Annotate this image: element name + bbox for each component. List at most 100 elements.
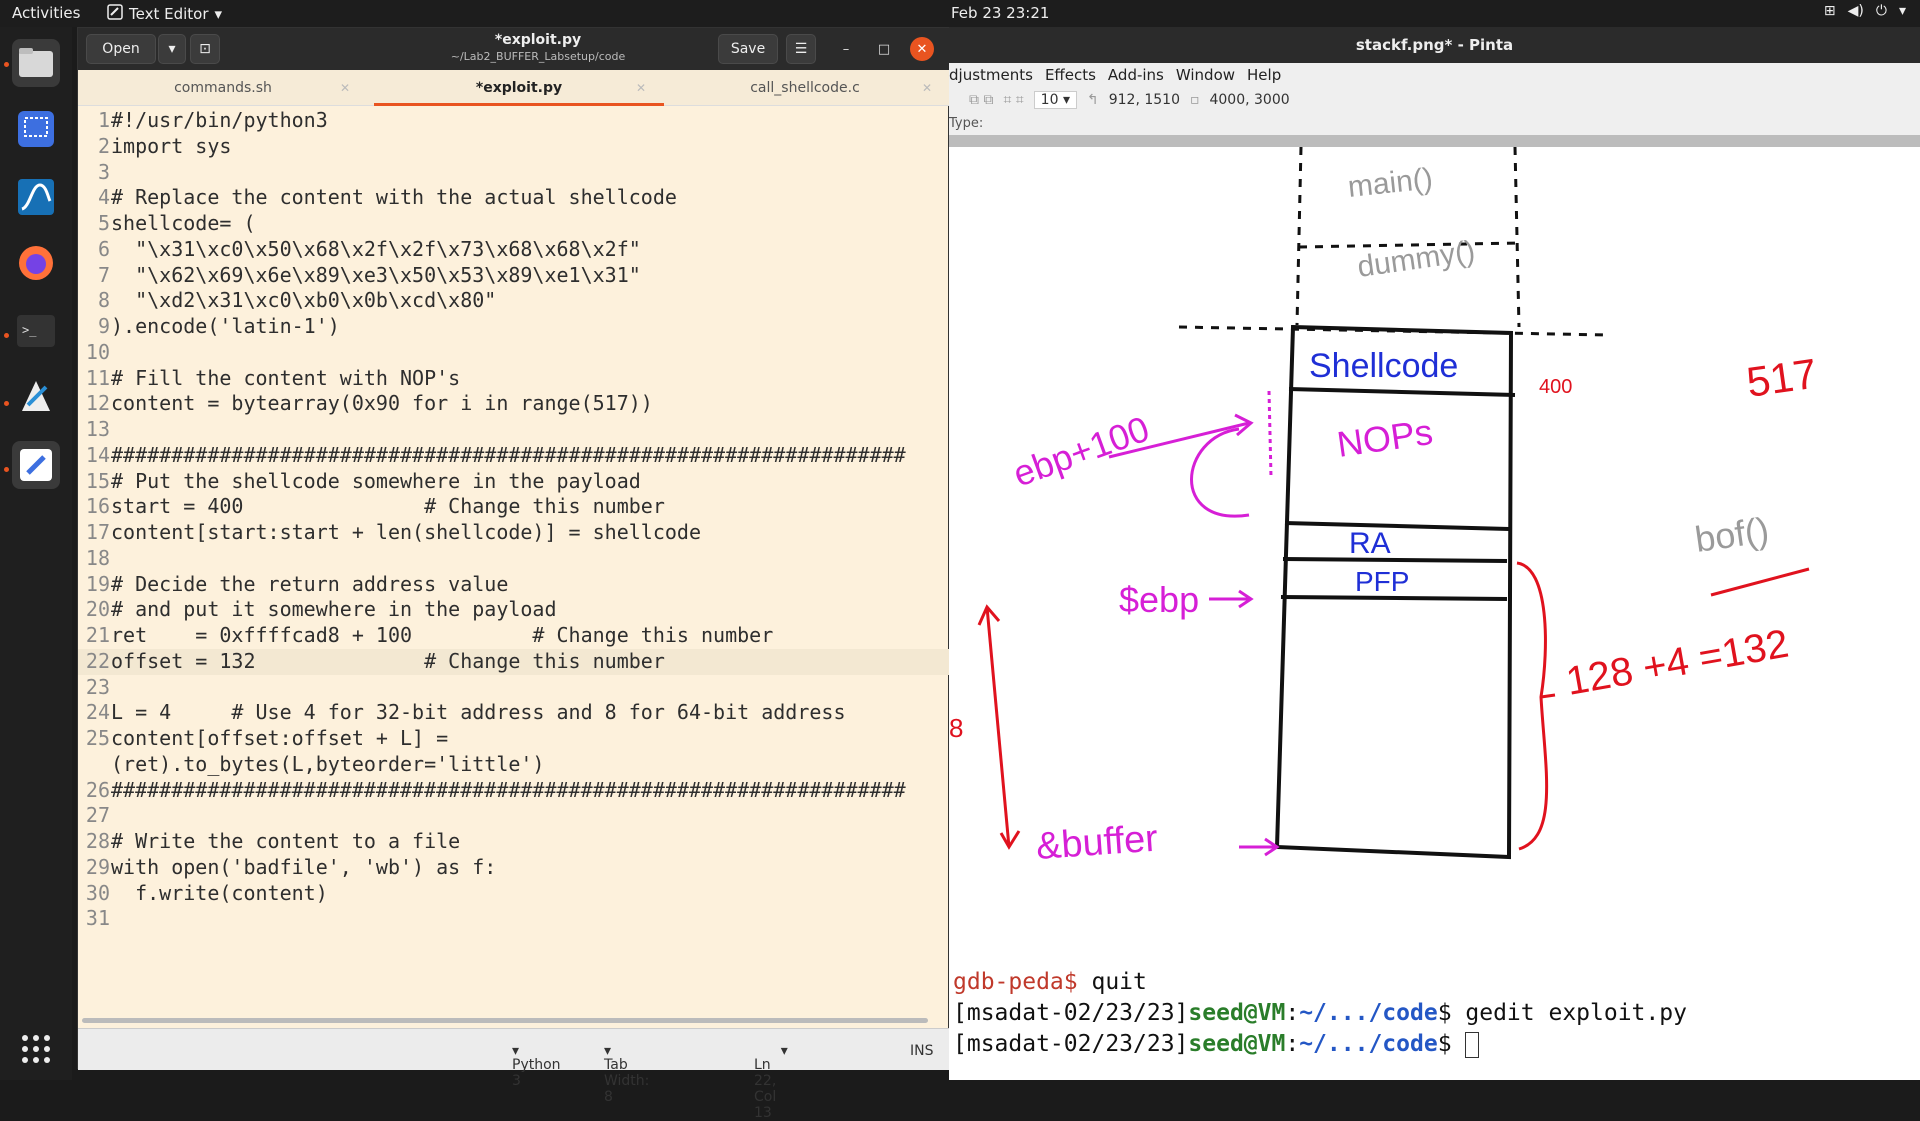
brush-size-value: 10 (1040, 92, 1059, 108)
code-line[interactable]: 29with open('badfile', 'wb') as f: (78, 855, 950, 881)
tab-width-selector[interactable]: Tab Width: 8 ▾ (604, 1043, 649, 1105)
code-line[interactable]: 31 (78, 906, 950, 932)
firefox-icon[interactable] (12, 239, 60, 287)
code-line[interactable]: 17content[start:start + len(shellcode)] … (78, 520, 950, 546)
terminal-window[interactable]: gdb-peda$ quit [msadat-02/23/23]seed@VM:… (949, 967, 1920, 1067)
code-line[interactable]: 11# Fill the content with NOP's (78, 366, 950, 392)
code-line[interactable]: (ret).to_bytes(L,byteorder='little') (78, 752, 950, 778)
minimize-icon: – (842, 41, 850, 57)
maximize-button[interactable]: □ (872, 37, 896, 61)
code-line[interactable]: 21ret = 0xffffcad8 + 100 # Change this n… (78, 623, 950, 649)
code-line[interactable]: 27 (78, 803, 950, 829)
size-517-label: 517 (1744, 350, 1820, 406)
close-icon[interactable]: ✕ (340, 70, 350, 106)
code-line[interactable]: 12content = bytearray(0x90 for i in rang… (78, 391, 950, 417)
prompt-colon: : (1285, 1031, 1300, 1057)
code-line[interactable]: 24L = 4 # Use 4 for 32-bit address and 8… (78, 700, 950, 726)
menu-adjustments[interactable]: djustments (949, 66, 1033, 84)
line-number: 1 (97, 108, 110, 132)
window-subtitle: ~/Lab2_BUFFER_Labsetup/code (450, 50, 626, 63)
code-line[interactable]: 23 (78, 675, 950, 701)
volume-icon: ◀) (1847, 3, 1864, 19)
code-text: # and put it somewhere in the payload (111, 597, 557, 622)
code-line[interactable]: 26######################################… (78, 778, 950, 804)
system-tray[interactable]: ⊞ ◀) ⏻ ▾ (1824, 3, 1906, 19)
type-label: Type: (949, 116, 984, 131)
prompt-prefix: [msadat-02/23/23] (953, 1031, 1189, 1057)
crop-icon[interactable]: ⧉ ⧉ (969, 92, 993, 108)
language-selector[interactable]: Python 3 ▾ (512, 1043, 561, 1089)
code-line[interactable]: 13 (78, 417, 950, 443)
wireshark-icon[interactable] (12, 173, 60, 221)
code-line[interactable]: 1#!/usr/bin/python3 (78, 108, 950, 134)
files-icon[interactable] (12, 39, 60, 87)
open-dropdown-button[interactable]: ▾ (158, 34, 186, 64)
screenshot-icon[interactable] (12, 105, 60, 153)
code-editor[interactable]: 1#!/usr/bin/python3 2import sys 3 4# Replac… (78, 108, 950, 1018)
app-menu[interactable]: Text Editor ▾ (107, 4, 222, 24)
code-line[interactable]: 15# Put the shellcode somewhere in the p… (78, 469, 950, 495)
maximize-icon: □ (877, 41, 891, 57)
app-grid-icon[interactable] (12, 1025, 60, 1073)
code-line[interactable]: 8 "\xd2\x31\xc0\xb0\x0b\xcd\x80" (78, 288, 950, 314)
dock: >_ (0, 27, 72, 1080)
activities-button[interactable]: Activities (12, 4, 80, 22)
code-line[interactable]: 20# and put it somewhere in the payload (78, 597, 950, 623)
inkscape-icon[interactable] (12, 373, 60, 421)
drawing-canvas[interactable]: main() dummy() Shellcode NOPs RA PFP ebp… (949, 147, 1920, 1000)
code-text: #!/usr/bin/python3 (111, 108, 328, 132)
tab-commands-sh[interactable]: commands.sh ✕ (78, 70, 368, 106)
code-line[interactable]: 7 "\x62\x69\x6e\x89\xe3\x50\x53\x89\xe1\… (78, 263, 950, 289)
edge-digit-label: 8 (949, 713, 963, 743)
terminal-icon[interactable]: >_ (12, 307, 60, 355)
power-icon: ⏻ (1875, 3, 1887, 19)
code-line[interactable]: 9).encode('latin-1') (78, 314, 950, 340)
line-number: 31 (85, 906, 110, 931)
code-line[interactable]: 10 (78, 340, 950, 366)
tab-call-shellcode-c[interactable]: call_shellcode.c ✕ (660, 70, 950, 106)
code-line[interactable]: 16start = 400 # Change this number (78, 494, 950, 520)
open-button[interactable]: Open (86, 34, 156, 64)
code-line[interactable]: 22offset = 132 # Change this number (78, 648, 950, 675)
horizontal-scrollbar[interactable] (82, 1018, 928, 1023)
code-line[interactable]: 5shellcode= ( (78, 211, 950, 237)
brush-size-select[interactable]: 10 ▾ (1033, 91, 1077, 109)
save-button[interactable]: Save (718, 34, 778, 64)
minimize-button[interactable]: – (834, 37, 858, 61)
tab-exploit-py[interactable]: *exploit.py ✕ (374, 70, 664, 106)
close-icon[interactable]: ✕ (636, 70, 646, 106)
insert-mode[interactable]: INS (910, 1043, 934, 1059)
close-button[interactable]: ✕ (910, 37, 934, 61)
clock[interactable]: Feb 23 23:21 (951, 4, 1049, 22)
menu-window[interactable]: Window (1176, 66, 1235, 84)
code-line[interactable]: 4# Replace the content with the actual s… (78, 185, 950, 211)
code-line[interactable]: 18 (78, 546, 950, 572)
code-line[interactable]: 2import sys (78, 134, 950, 160)
menu-help[interactable]: Help (1247, 66, 1281, 84)
line-number: 30 (85, 880, 110, 905)
code-line[interactable]: 6 "\x31\xc0\x50\x68\x2f\x2f\x73\x68\x68\… (78, 237, 950, 263)
new-tab-button[interactable]: ⊡ (190, 34, 220, 64)
code-line[interactable]: 3 (78, 160, 950, 186)
ra-label: RA (1349, 527, 1391, 560)
code-text: # Replace the content with the actual sh… (111, 185, 677, 210)
line-number: 16 (85, 494, 110, 519)
line-number: 4 (97, 185, 110, 210)
menu-effects[interactable]: Effects (1045, 66, 1096, 84)
nops-label: NOPs (1334, 411, 1435, 465)
menu-add-ins[interactable]: Add-ins (1108, 66, 1164, 84)
code-line[interactable]: 19# Decide the return address value (78, 572, 950, 598)
code-line[interactable]: 28# Write the content to a file (78, 829, 950, 855)
code-line[interactable]: 25content[offset:offset + L] = (78, 726, 950, 752)
cursor-position[interactable]: Ln 22, Col 13 ▾ (754, 1043, 788, 1121)
code-line[interactable]: 14######################################… (78, 443, 950, 469)
pfp-label: PFP (1355, 566, 1409, 597)
new-tab-icon: ⊡ (199, 41, 211, 57)
code-text: start = 400 # Change this number (111, 494, 665, 519)
paste-icon[interactable]: ⌗ ⌗ (1003, 92, 1023, 108)
text-editor-icon[interactable] (12, 441, 60, 489)
hamburger-menu-button[interactable]: ☰ (786, 34, 816, 64)
tab-label: commands.sh (174, 80, 272, 96)
close-icon[interactable]: ✕ (922, 70, 932, 106)
code-line[interactable]: 30 f.write(content) (78, 881, 950, 907)
